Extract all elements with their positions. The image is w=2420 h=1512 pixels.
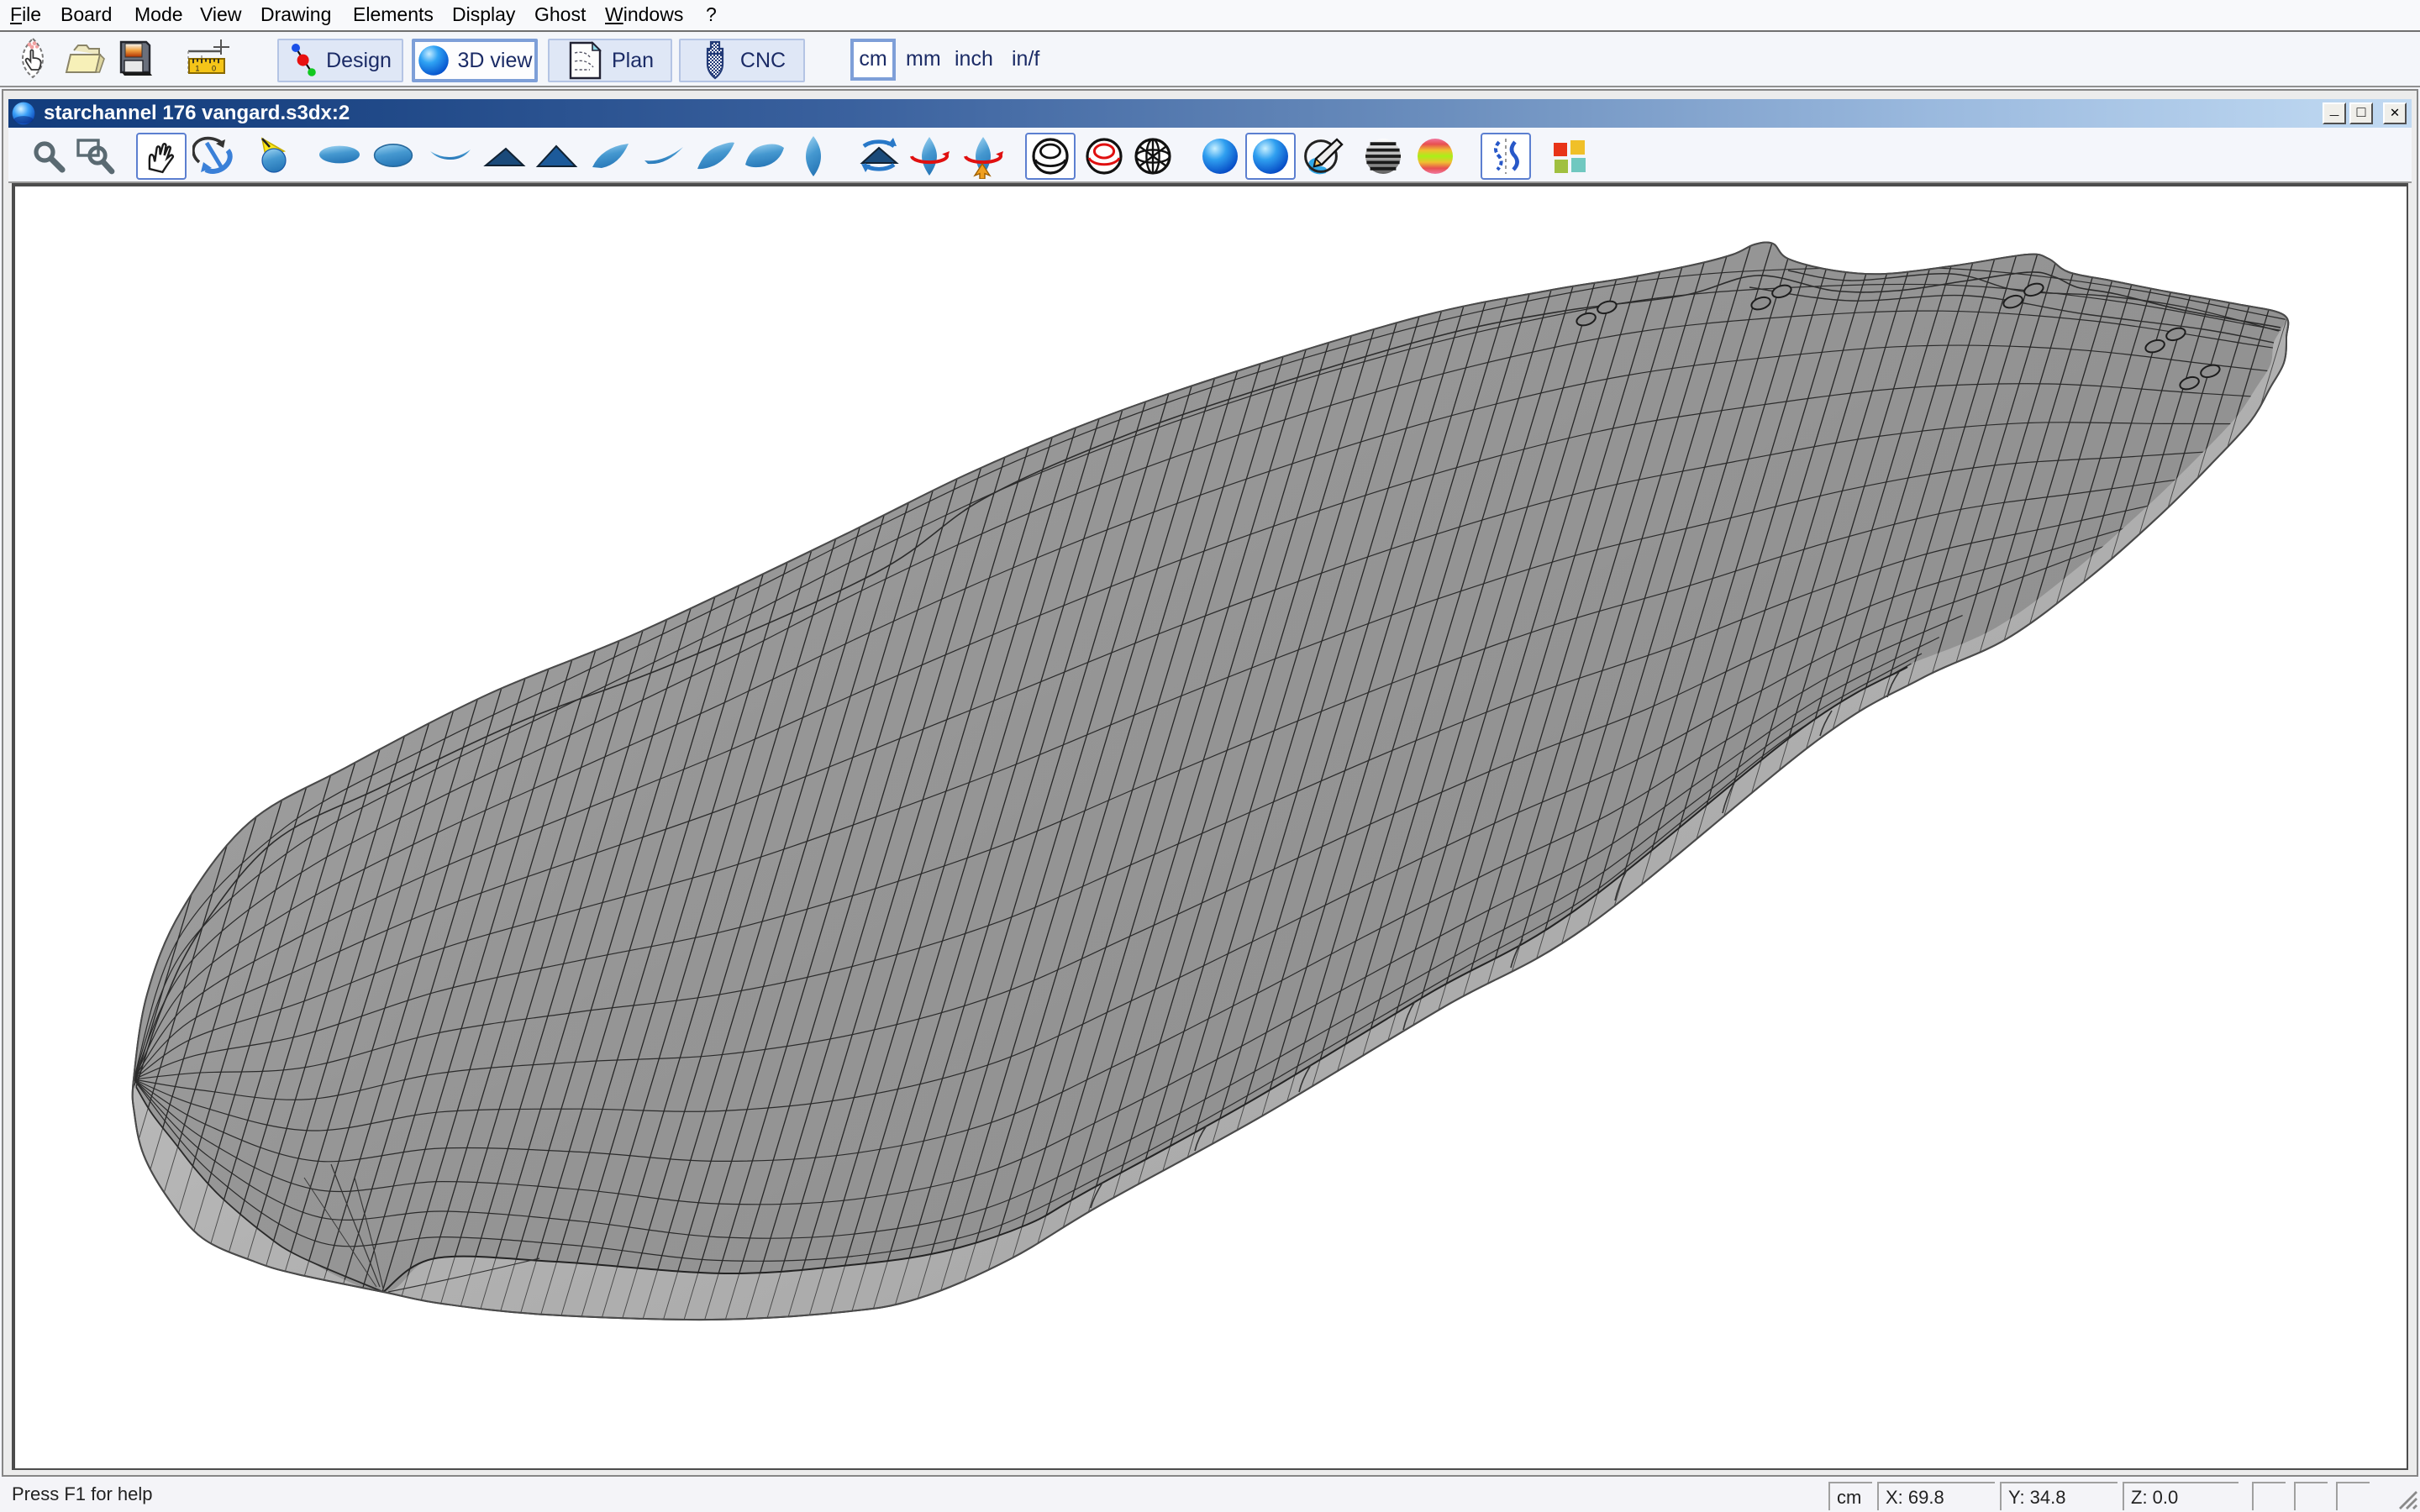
svg-text:0: 0 <box>212 64 216 72</box>
svg-text:1: 1 <box>195 64 199 72</box>
